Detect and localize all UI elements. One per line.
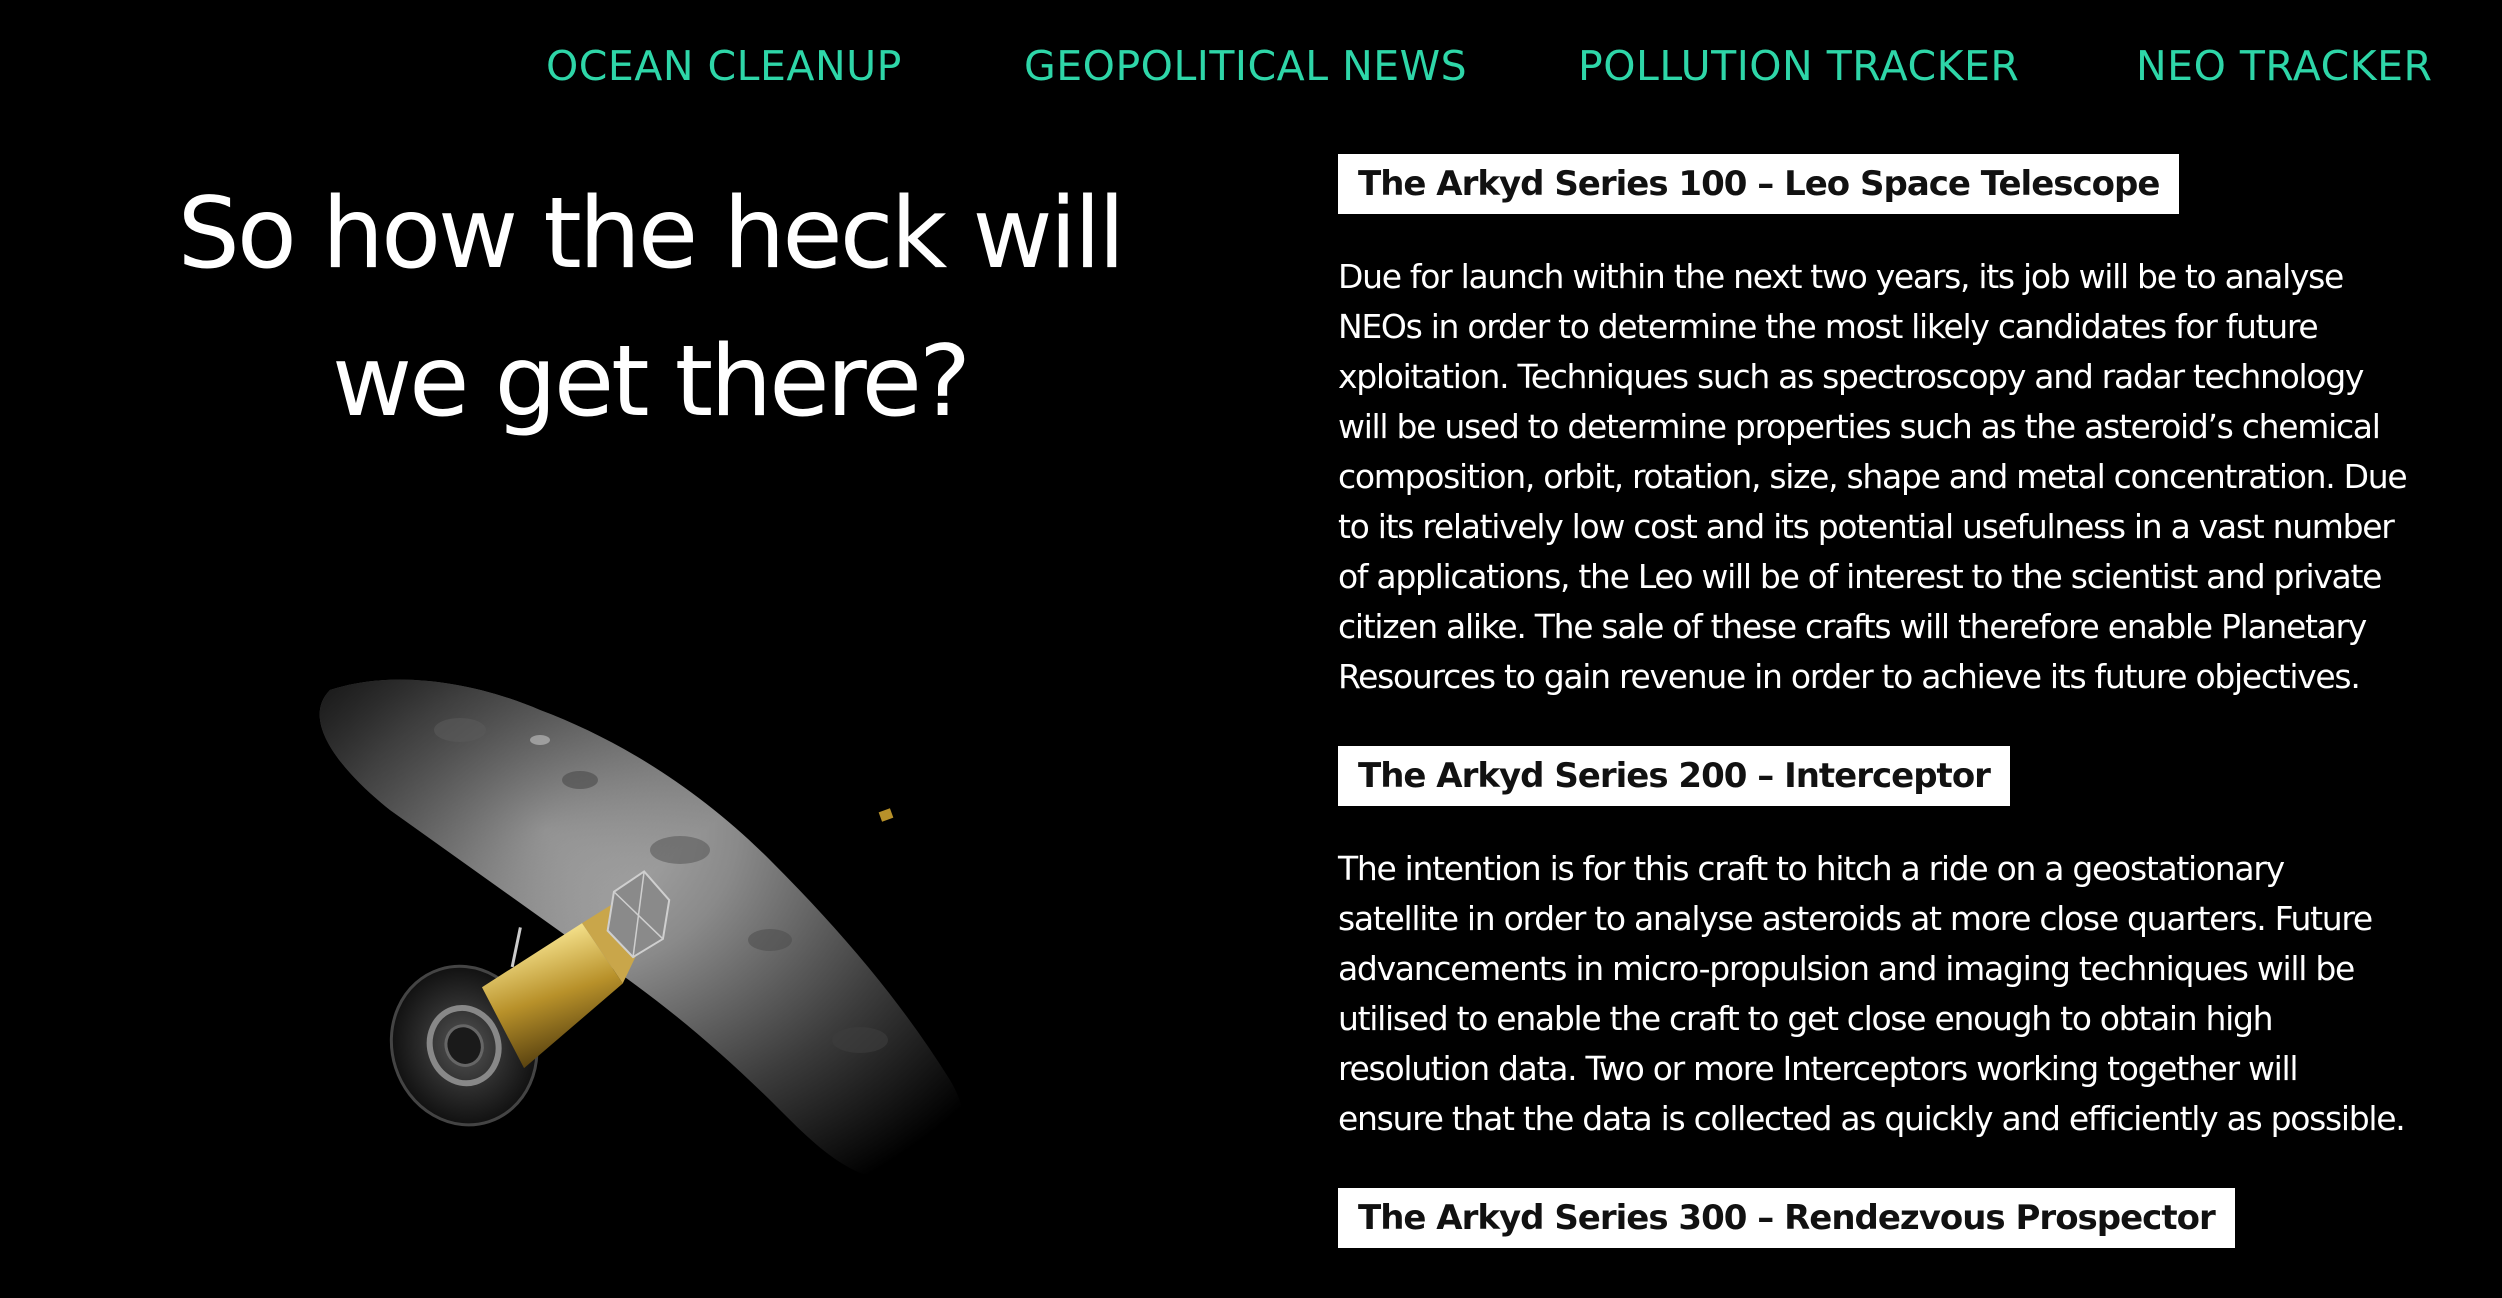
top-navigation: OCEAN CLEANUP GEOPOLITICAL NEWS POLLUTIO… <box>0 36 2502 100</box>
series-content: The Arkyd Series 100 – Leo Space Telesco… <box>1338 154 2408 1248</box>
asteroid-and-spacecraft-illustration-icon <box>319 679 965 1182</box>
section-title-series-200: The Arkyd Series 200 – Interceptor <box>1338 746 2010 806</box>
nav-link-ocean-cleanup[interactable]: OCEAN CLEANUP <box>546 36 902 96</box>
section-body-series-200: The intention is for this craft to hitch… <box>1338 849 2406 1138</box>
asteroid-spacecraft-image <box>300 640 1060 1200</box>
page-heading: So how the heck will we get there? <box>177 177 1126 439</box>
section-title-series-100: The Arkyd Series 100 – Leo Space Telesco… <box>1338 154 2180 214</box>
section-body-series-100: Due for launch within the next two years… <box>1338 257 2408 696</box>
nav-link-pollution-tracker[interactable]: POLLUTION TRACKER <box>1578 36 2019 96</box>
nav-link-neo-tracker[interactable]: NEO TRACKER <box>2136 36 2432 96</box>
nav-link-geopolitical-news[interactable]: GEOPOLITICAL NEWS <box>1024 36 1467 96</box>
section-title-series-300: The Arkyd Series 300 – Rendezvous Prospe… <box>1338 1188 2235 1248</box>
